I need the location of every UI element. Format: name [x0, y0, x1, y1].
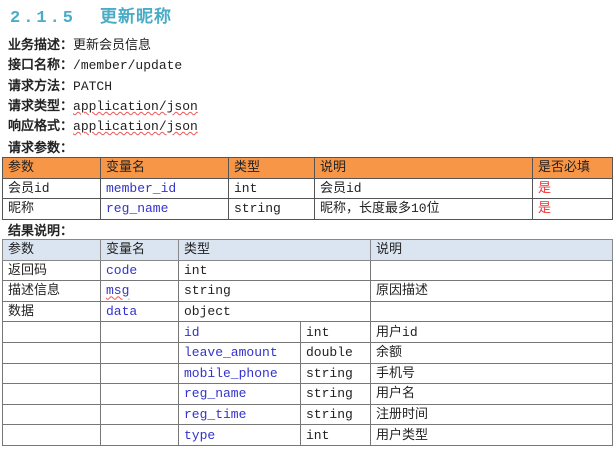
cell: string [299, 383, 372, 405]
cell: msg [100, 280, 179, 302]
cell [100, 341, 179, 364]
cell [100, 362, 179, 385]
meta-description: 业务描述：更新会员信息 [8, 36, 198, 56]
cell [2, 362, 101, 385]
cell: 返回码 [2, 259, 101, 282]
table-row-data-field: reg_name string 用户名 [2, 383, 614, 405]
cell: string [228, 198, 315, 220]
header-cell: 类型 [177, 239, 372, 261]
table-row-data-field: leave_amount double 余额 [2, 341, 614, 364]
cell: 昵称，长度最多10位 [314, 198, 533, 220]
cell: type [178, 424, 301, 446]
result-table: 参数 变量名 类型 说明 返回码 code int 描述信息 msg string 原因描述… [2, 239, 614, 446]
cell: leave_amount [178, 341, 301, 364]
meta-value: 更新会员信息 [73, 38, 152, 53]
cell: 原因描述 [370, 280, 614, 302]
section-title: 更新昵称 [100, 9, 173, 28]
cell: double [299, 341, 372, 364]
header-cell: 变量名 [100, 239, 179, 261]
header-cell: 变量名 [100, 157, 229, 179]
meta-label: 接口名称： [8, 58, 74, 74]
table-row: 描述信息 msg string 原因描述 [2, 280, 614, 302]
cell: int [299, 424, 372, 446]
cell: mobile_phone [178, 362, 301, 385]
cell [100, 321, 179, 343]
cell: reg_time [178, 403, 301, 426]
cell: 数据 [2, 300, 101, 323]
cell: 是 [532, 177, 613, 200]
request-params-table: 参数 变量名 类型 说明 是否必填 会员id member_id int 会员i… [2, 157, 613, 220]
cell: 昵称 [2, 198, 101, 220]
table-row-data-field: reg_time string 注册时间 [2, 403, 614, 426]
cell [2, 383, 101, 405]
header-cell: 参数 [2, 239, 101, 261]
header-cell: 说明 [314, 157, 533, 179]
cell [100, 383, 179, 405]
cell: id [178, 321, 301, 343]
cell [2, 424, 101, 446]
cell: string [299, 403, 372, 426]
cell: int [228, 177, 315, 200]
table-row: 会员id member_id int 会员id 是 [2, 177, 613, 200]
header-cell: 说明 [370, 239, 614, 261]
cell [100, 403, 179, 426]
meta-response-format: 响应格式：application/json [8, 117, 198, 137]
meta-request-type: 请求类型：application/json [8, 97, 198, 117]
meta-method: 请求方法：PATCH [8, 77, 198, 97]
api-meta: 业务描述：更新会员信息 接口名称：/member/update 请求方法：PAT… [8, 36, 198, 137]
meta-endpoint: 接口名称：/member/update [8, 56, 198, 76]
cell: 会员id [2, 177, 101, 200]
meta-value: /member/update [73, 58, 183, 74]
meta-value: application/json [73, 119, 198, 135]
meta-value: PATCH [73, 78, 113, 94]
cell: int [177, 259, 372, 282]
cell: 描述信息 [2, 280, 101, 302]
table-row: 返回码 code int [2, 259, 614, 282]
cell: data [100, 300, 179, 323]
cell: int [299, 321, 372, 343]
cell: 是 [532, 198, 613, 220]
cell [370, 259, 614, 282]
header-cell: 是否必填 [532, 157, 613, 179]
request-params-label: 请求参数： [8, 141, 74, 156]
table-header-row: 参数 变量名 类型 说明 [2, 239, 614, 261]
section-number: 2.1.5 [10, 9, 77, 28]
cell [370, 300, 614, 323]
cell: 用户id [370, 321, 614, 343]
table-row-data-field: id int 用户id [2, 321, 614, 343]
cell: string [299, 362, 372, 385]
result-label: 结果说明： [8, 224, 74, 239]
cell [100, 424, 179, 446]
cell: 手机号 [370, 362, 614, 385]
meta-value: application/json [73, 98, 198, 114]
meta-label: 请求方法： [8, 78, 74, 94]
cell: 注册时间 [370, 403, 614, 426]
table-row: 昵称 reg_name string 昵称，长度最多10位 是 [2, 198, 613, 220]
cell: 余额 [370, 341, 614, 364]
cell: reg_name [100, 198, 229, 220]
cell: reg_name [178, 383, 301, 405]
table-row-data-field: mobile_phone string 手机号 [2, 362, 614, 385]
cell [2, 341, 101, 364]
cell: 用户名 [370, 383, 614, 405]
header-cell: 类型 [228, 157, 315, 179]
table-header-row: 参数 变量名 类型 说明 是否必填 [2, 157, 613, 179]
meta-label: 请求类型： [8, 98, 74, 114]
meta-label: 响应格式： [8, 119, 74, 135]
meta-label: 业务描述： [8, 38, 74, 53]
header-cell: 参数 [2, 157, 101, 179]
cell: code [100, 259, 179, 282]
table-row: 数据 data object [2, 300, 614, 323]
cell [2, 321, 101, 343]
table-row-data-field: type int 用户类型 [2, 424, 614, 446]
cell [2, 403, 101, 426]
section-heading: 2.1.5 更新昵称 [10, 2, 172, 28]
cell: string [177, 280, 372, 302]
cell: 用户类型 [370, 424, 614, 446]
cell: 会员id [314, 177, 533, 200]
cell: object [177, 300, 372, 323]
cell: member_id [100, 177, 229, 200]
